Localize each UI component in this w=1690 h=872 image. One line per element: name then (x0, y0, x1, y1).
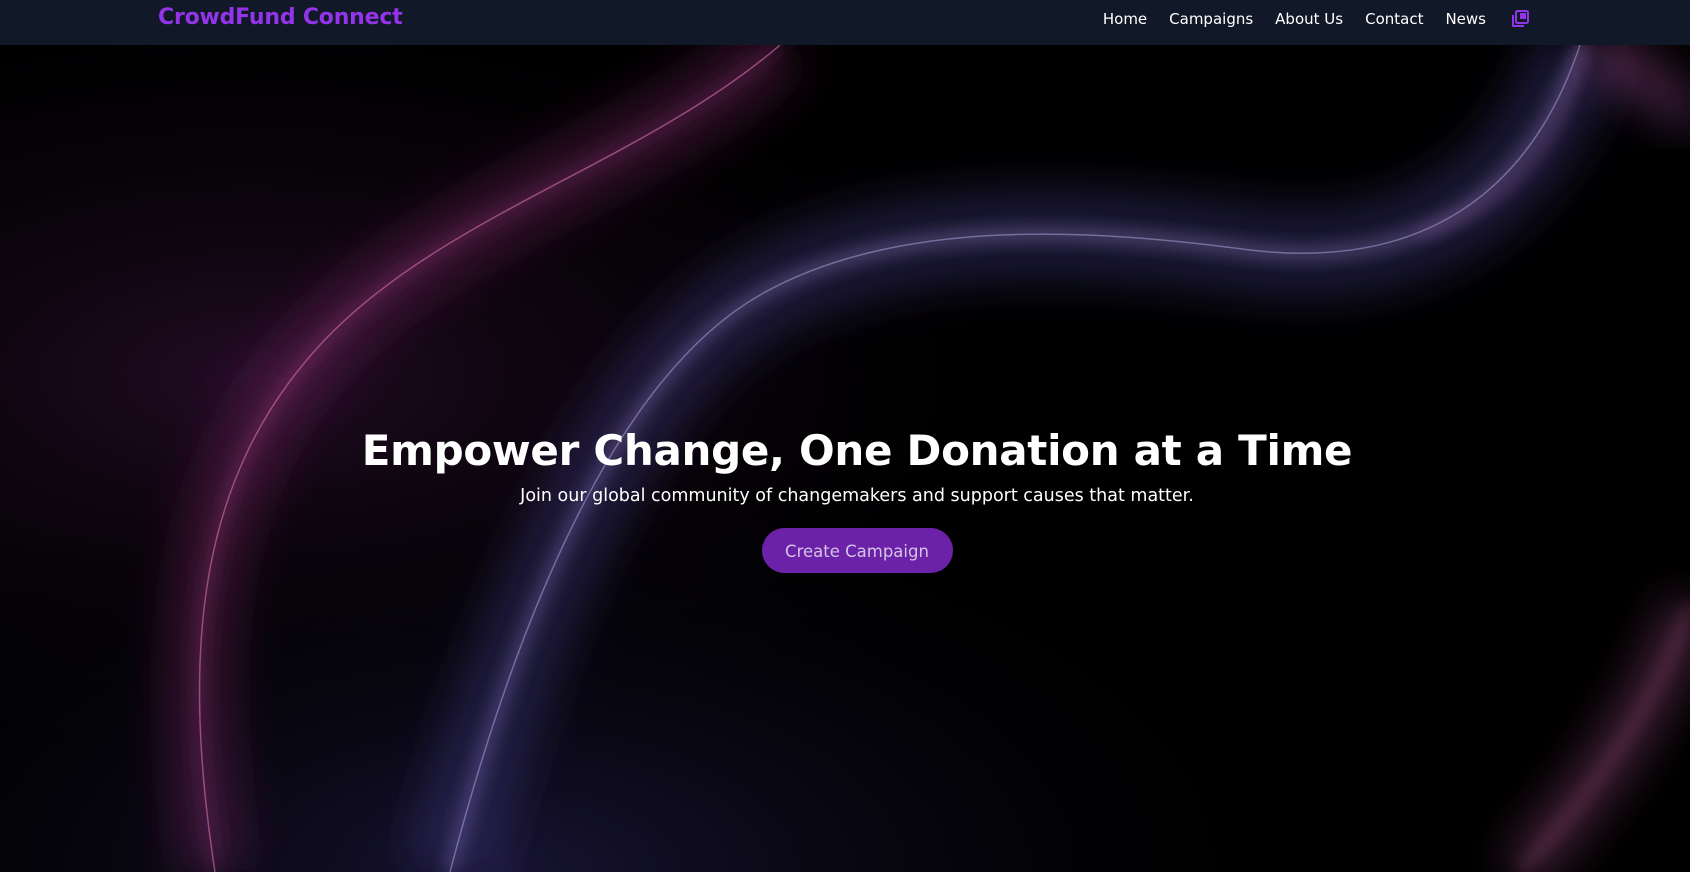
nav-link-news[interactable]: News (1445, 10, 1486, 28)
navbar: CrowdFund Connect Home Campaigns About U… (0, 0, 1690, 45)
hero-content: Empower Change, One Donation at a Time J… (0, 425, 1690, 573)
nav-link-home[interactable]: Home (1103, 10, 1147, 28)
nav-link-campaigns[interactable]: Campaigns (1169, 10, 1253, 28)
nav-link-contact[interactable]: Contact (1365, 10, 1423, 28)
hero-title: Empower Change, One Donation at a Time (361, 426, 1353, 475)
create-campaign-button[interactable]: Create Campaign (761, 528, 953, 573)
hero-section: Empower Change, One Donation at a Time J… (0, 45, 1690, 872)
main-nav: Home Campaigns About Us Contact News (1103, 0, 1530, 38)
hero-subtitle: Join our global community of changemaker… (520, 485, 1194, 506)
brand-logo[interactable]: CrowdFund Connect (158, 5, 403, 30)
copy-icon[interactable] (1510, 9, 1530, 29)
nav-link-about-us[interactable]: About Us (1275, 10, 1343, 28)
